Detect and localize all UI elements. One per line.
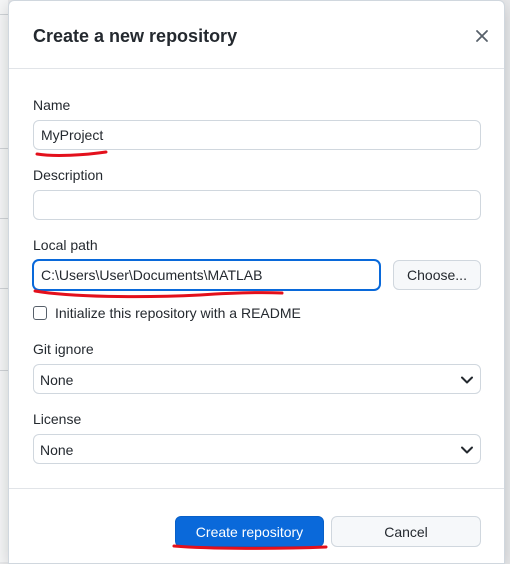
- readme-label: Initialize this repository with a README: [55, 305, 301, 321]
- git-ignore-select[interactable]: None: [33, 364, 481, 394]
- create-repository-button[interactable]: Create repository: [175, 516, 324, 547]
- git-ignore-label: Git ignore: [33, 341, 94, 357]
- background-divider: [0, 288, 8, 289]
- git-ignore-value: None: [40, 372, 74, 388]
- close-icon: [476, 30, 488, 42]
- local-path-input[interactable]: [33, 260, 380, 290]
- background-divider: [0, 218, 8, 219]
- license-value: None: [40, 442, 74, 458]
- chevron-down-icon: [461, 376, 473, 384]
- create-repository-dialog: Create a new repository Name Description…: [8, 0, 505, 564]
- local-path-label: Local path: [33, 237, 98, 253]
- description-label: Description: [33, 167, 104, 183]
- chevron-down-icon: [461, 446, 473, 454]
- cancel-button[interactable]: Cancel: [331, 516, 481, 547]
- readme-checkbox[interactable]: [33, 306, 47, 320]
- background-divider: [0, 370, 8, 371]
- background-divider: [0, 14, 8, 15]
- description-input[interactable]: [33, 190, 481, 220]
- close-button[interactable]: [471, 25, 493, 47]
- dialog-header: Create a new repository: [9, 1, 504, 69]
- choose-button[interactable]: Choose...: [393, 260, 481, 290]
- name-label: Name: [33, 97, 71, 113]
- name-input[interactable]: [33, 120, 481, 150]
- background-divider: [0, 148, 8, 149]
- background-window: [0, 0, 8, 562]
- dialog-title: Create a new repository: [33, 26, 238, 46]
- readme-option[interactable]: Initialize this repository with a README: [33, 305, 301, 321]
- license-label: License: [33, 411, 82, 427]
- license-select[interactable]: None: [33, 434, 481, 464]
